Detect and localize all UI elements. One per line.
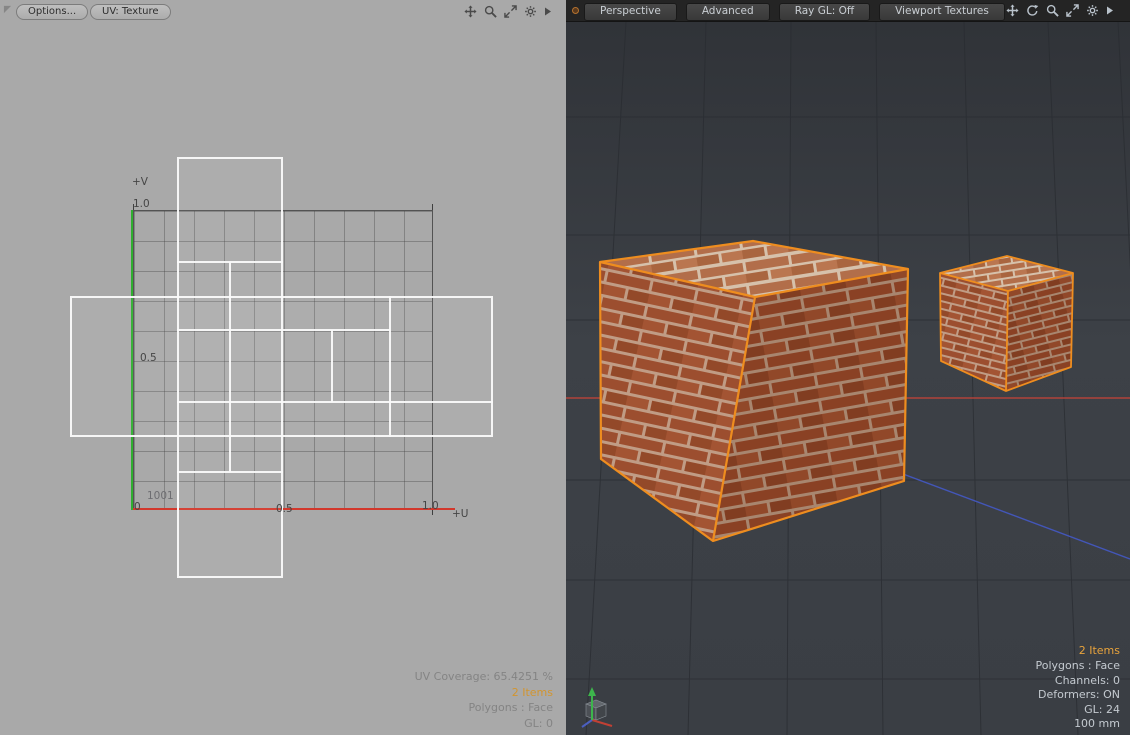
perspective-button[interactable]: Perspective <box>584 3 677 21</box>
vp-deformers-text: Deformers: ON <box>1035 688 1120 703</box>
viewport-status-block: 2 Items Polygons : Face Channels: 0 Defo… <box>1035 644 1120 732</box>
uv-tick-label-origin: 0 <box>134 501 141 513</box>
advanced-button[interactable]: Advanced <box>686 3 770 21</box>
viewport-menu-dot[interactable] <box>572 7 579 14</box>
viewport-textures-button[interactable]: Viewport Textures <box>879 3 1005 21</box>
uv-items-text: 2 Items <box>415 685 553 701</box>
uv-tick-label-right: 1.0 <box>422 500 439 512</box>
uv-status-block: UV Coverage: 65.4251 % 2 Items Polygons … <box>415 669 553 731</box>
zoom-icon[interactable] <box>1046 4 1059 17</box>
u-axis-label: +U <box>452 508 468 520</box>
maximize-icon[interactable] <box>1066 4 1079 17</box>
uv-coverage-text: UV Coverage: 65.4251 % <box>415 669 553 685</box>
viewport-header: Perspective Advanced Ray GL: Off Viewpor… <box>566 0 1130 22</box>
vp-polygons-text: Polygons : Face <box>1035 659 1120 674</box>
v-axis-label: +V <box>132 176 148 188</box>
options-button[interactable]: Options... <box>16 4 88 20</box>
app-window: { "left_panel": { "toolbar": { "options"… <box>0 0 1130 735</box>
viewport-toolbar-icons <box>1006 4 1114 17</box>
vp-channels-text: Channels: 0 <box>1035 674 1120 689</box>
maximize-icon[interactable] <box>504 5 517 18</box>
zoom-icon[interactable] <box>484 5 497 18</box>
uv-shell-edge[interactable] <box>229 262 231 472</box>
vp-gl-text: GL: 24 <box>1035 703 1120 718</box>
uv-shell-horizontal-band[interactable] <box>70 296 493 437</box>
uv-gl-text: GL: 0 <box>415 716 553 732</box>
rotate-icon[interactable] <box>1026 4 1039 17</box>
gear-icon[interactable] <box>1086 4 1099 17</box>
panel-arrow-icon[interactable] <box>544 6 552 17</box>
viewport-3d-panel: Perspective Advanced Ray GL: Off Viewpor… <box>566 0 1130 735</box>
viewport-buttons: Perspective Advanced Ray GL: Off Viewpor… <box>584 3 1005 21</box>
uv-tick-label-midbottom: 0.5 <box>276 503 293 515</box>
udim-label: 1001 <box>147 490 174 502</box>
viewport-3d[interactable] <box>566 22 1130 735</box>
vp-grid-size-text: 100 mm <box>1035 717 1120 732</box>
uv-shell-edge[interactable] <box>389 296 391 437</box>
tick-mark <box>432 204 433 210</box>
gear-icon[interactable] <box>524 5 537 18</box>
uv-editor-panel: Options... UV: Texture +V 1.0 0.5 0 1001… <box>0 0 566 735</box>
uv-shell-edge[interactable] <box>177 329 390 331</box>
uv-toolbar-icons <box>464 5 552 18</box>
uv-tick-label-top: 1.0 <box>133 198 150 210</box>
panel-arrow-icon[interactable] <box>1106 5 1114 16</box>
panel-corner-handle[interactable] <box>3 5 12 14</box>
uv-shell-edge[interactable] <box>177 401 493 403</box>
move-icon[interactable] <box>1006 4 1019 17</box>
move-icon[interactable] <box>464 5 477 18</box>
uv-shell-edge[interactable] <box>331 330 333 402</box>
uv-polygons-text: Polygons : Face <box>415 700 553 716</box>
vp-items-text: 2 Items <box>1035 644 1120 659</box>
ray-gl-button[interactable]: Ray GL: Off <box>779 3 870 21</box>
uv-tick-label-midleft: 0.5 <box>140 352 157 364</box>
uv-texture-button[interactable]: UV: Texture <box>90 4 171 20</box>
